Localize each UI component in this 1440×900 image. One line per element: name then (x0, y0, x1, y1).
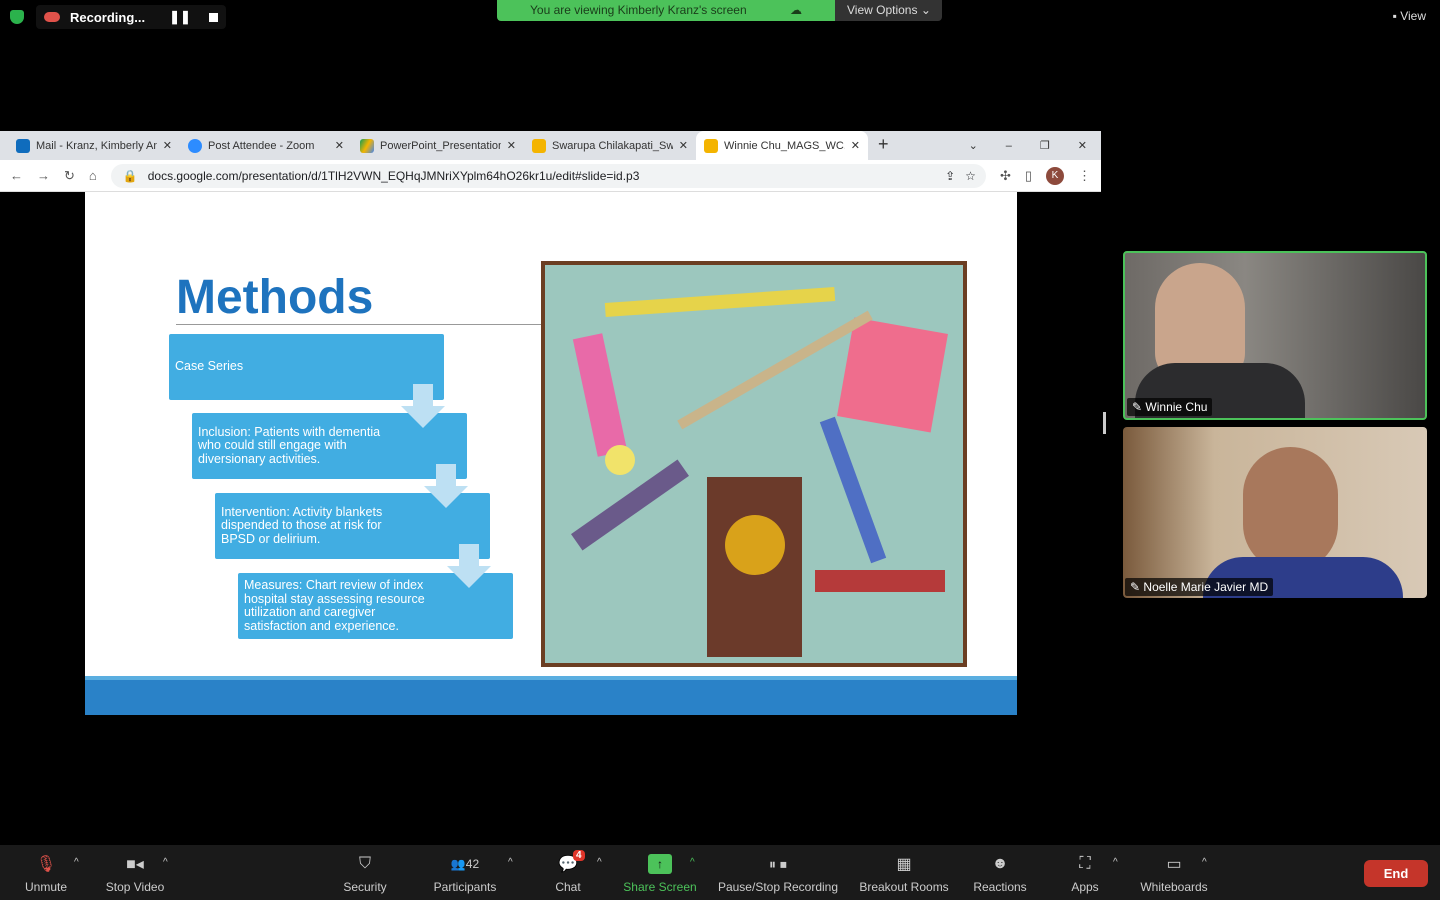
slide-footer-band (85, 676, 1017, 715)
meeting-toolbar: 🎙 Unmute ^ ■◂ Stop Video ^ ⛉ Security 👥 42 P… (0, 845, 1440, 900)
forward-icon[interactable]: → (37, 168, 50, 183)
activity-blanket-photo (541, 261, 967, 667)
outlook-icon (16, 138, 30, 153)
shield-icon: ⛉ (358, 855, 371, 872)
video-camera-icon: ■◂ (126, 856, 144, 873)
participant-name: ✎ Winnie Chu (1127, 398, 1213, 416)
tab-slides-winnie[interactable]: Winnie Chu_MAGS_WC.pptx✕ (696, 131, 868, 160)
reactions-button[interactable]: ☻ Reactions (970, 845, 1030, 900)
browser-window: Mail - Kranz, Kimberly Ann ✕ Post Attende… (0, 131, 1101, 715)
url-field[interactable]: 🔒 docs.google.com/presentation/d/1TlH2VWN… (110, 163, 986, 188)
pause-stop-recording-button[interactable]: ⏸ ⏹ Pause/Stop Recording (714, 845, 842, 900)
slides-icon (704, 138, 718, 153)
share-screen-button[interactable]: ↑ Share Screen (620, 845, 700, 900)
breakout-rooms-button[interactable]: ▦ Breakout Rooms (856, 845, 952, 900)
back-icon[interactable]: ← (10, 168, 23, 183)
viewing-banner: You are viewing Kimberly Kranz's screen … (497, 0, 835, 21)
home-icon[interactable]: ⌂ (89, 168, 97, 183)
url-text: docs.google.com/presentation/d/1TlH2VWN_… (147, 168, 640, 183)
restore-button[interactable]: ❐ (1026, 139, 1064, 160)
stop-video-button[interactable]: ■◂ Stop Video (100, 845, 170, 900)
pause-recording-button[interactable]: ❚❚ (169, 9, 191, 25)
participants-button[interactable]: 👥 42 Participants (428, 845, 502, 900)
down-arrow-icon (447, 544, 491, 588)
shield-icon (10, 10, 24, 24)
tab-slides-swarupa[interactable]: Swarupa Chilakapati_Swarupa✕ (524, 131, 696, 160)
share-icon[interactable]: ⇪ (945, 169, 955, 183)
close-icon[interactable]: ✕ (335, 139, 344, 152)
stop-recording-button[interactable] (208, 12, 218, 22)
tab-strip: Mail - Kranz, Kimberly Ann ✕ Post Attende… (0, 131, 1101, 160)
share-screen-icon: ↑ (648, 854, 672, 874)
chat-badge: 4 (573, 850, 585, 861)
breakout-rooms-icon: ▦ (896, 856, 912, 873)
minimize-button[interactable]: – (992, 140, 1026, 160)
muted-mic-icon: 🎙 (35, 856, 57, 873)
extensions-icon[interactable]: ✣ (1000, 168, 1011, 184)
whiteboard-icon: ▭ (1166, 856, 1182, 873)
close-window-button[interactable]: ✕ (1064, 139, 1101, 160)
slide: Methods Case Series Inclusion: Patients … (85, 192, 1017, 715)
down-arrow-icon (401, 384, 445, 428)
cloud-icon: ☁ (789, 3, 802, 17)
participants-caret[interactable]: ^ (508, 857, 513, 868)
participant-name: ✎ Noelle Marie Javier MD (1125, 578, 1274, 596)
profile-avatar[interactable]: K (1046, 166, 1064, 185)
record-icon (44, 12, 60, 22)
video-tile-noelle-javier[interactable]: ✎ Noelle Marie Javier MD (1123, 427, 1427, 598)
close-icon[interactable]: ✕ (679, 139, 688, 152)
end-meeting-button[interactable]: End (1364, 860, 1428, 887)
chat-caret[interactable]: ^ (597, 857, 602, 868)
apps-caret[interactable]: ^ (1113, 857, 1118, 868)
panel-resize-handle[interactable] (1103, 412, 1106, 434)
down-arrow-icon (424, 464, 468, 508)
pause-stop-icon: ⏸ ⏹ (769, 855, 787, 872)
title-divider (176, 324, 541, 325)
pin-icon: ✎ (1130, 580, 1141, 594)
view-button[interactable]: ▪ View (1393, 9, 1426, 23)
side-panel-icon[interactable]: ▯ (1025, 168, 1032, 184)
participants-icon: 👥 42 (450, 857, 480, 871)
audio-options-caret[interactable]: ^ (74, 857, 79, 868)
tab-drive[interactable]: PowerPoint_Presentations ✕ (352, 131, 524, 160)
reactions-icon: ☻ (991, 855, 1009, 872)
close-icon[interactable]: ✕ (851, 139, 860, 152)
drive-icon (360, 138, 374, 153)
tab-zoom[interactable]: Post Attendee - Zoom ✕ (180, 131, 352, 160)
whiteboards-button[interactable]: ▭ Whiteboards (1136, 845, 1212, 900)
view-options-button[interactable]: View Options ⌄ (835, 0, 942, 21)
zoom-icon (188, 138, 202, 153)
new-tab-button[interactable]: + (868, 134, 899, 160)
tab-search-button[interactable]: ⌄ (955, 139, 992, 160)
video-tile-winnie-chu[interactable]: ✎ Winnie Chu (1123, 251, 1427, 420)
lock-icon: 🔒 (122, 168, 138, 183)
share-caret[interactable]: ^ (690, 857, 695, 868)
video-options-caret[interactable]: ^ (163, 857, 168, 868)
apps-icon: ⛶ (1079, 855, 1091, 872)
recording-indicator: Recording... ❚❚ (36, 5, 226, 29)
menu-icon[interactable]: ⋮ (1078, 168, 1091, 184)
address-bar-row: ← → ↻ ⌂ 🔒 docs.google.com/presentation/d/… (0, 160, 1101, 192)
tab-mail[interactable]: Mail - Kranz, Kimberly Ann ✕ (8, 131, 180, 160)
reload-icon[interactable]: ↻ (64, 168, 75, 184)
recording-label: Recording... (70, 9, 146, 25)
close-icon[interactable]: ✕ (163, 139, 172, 152)
whiteboards-caret[interactable]: ^ (1202, 857, 1207, 868)
pin-icon: ✎ (1132, 400, 1143, 414)
security-button[interactable]: ⛉ Security (338, 845, 392, 900)
slide-title: Methods (176, 271, 374, 324)
apps-button[interactable]: ⛶ Apps (1066, 845, 1104, 900)
unmute-button[interactable]: 🎙 Unmute (18, 845, 74, 900)
slides-icon (532, 138, 546, 153)
bookmark-star-icon[interactable]: ☆ (965, 169, 976, 183)
close-icon[interactable]: ✕ (507, 139, 516, 152)
